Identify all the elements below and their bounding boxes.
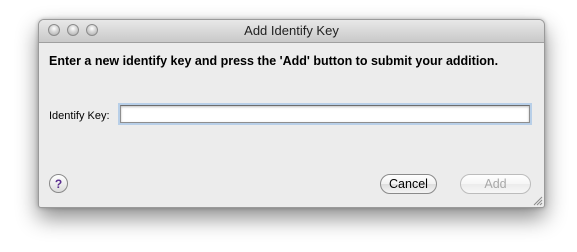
add-button[interactable]: Add bbox=[460, 174, 531, 194]
cancel-button[interactable]: Cancel bbox=[380, 174, 437, 194]
screen-background: Add Identify Key Enter a new identify ke… bbox=[0, 0, 577, 252]
help-button[interactable]: ? bbox=[49, 174, 68, 193]
identify-key-input[interactable] bbox=[120, 105, 530, 123]
resize-grip-icon[interactable] bbox=[533, 196, 543, 206]
title-bar[interactable]: Add Identify Key bbox=[39, 20, 544, 43]
instructions-text: Enter a new identify key and press the '… bbox=[49, 54, 499, 68]
identify-key-label: Identify Key: bbox=[49, 110, 110, 122]
question-mark-icon: ? bbox=[54, 176, 63, 191]
window-title: Add Identify Key bbox=[244, 23, 339, 38]
dialog-window: Add Identify Key Enter a new identify ke… bbox=[38, 19, 545, 208]
